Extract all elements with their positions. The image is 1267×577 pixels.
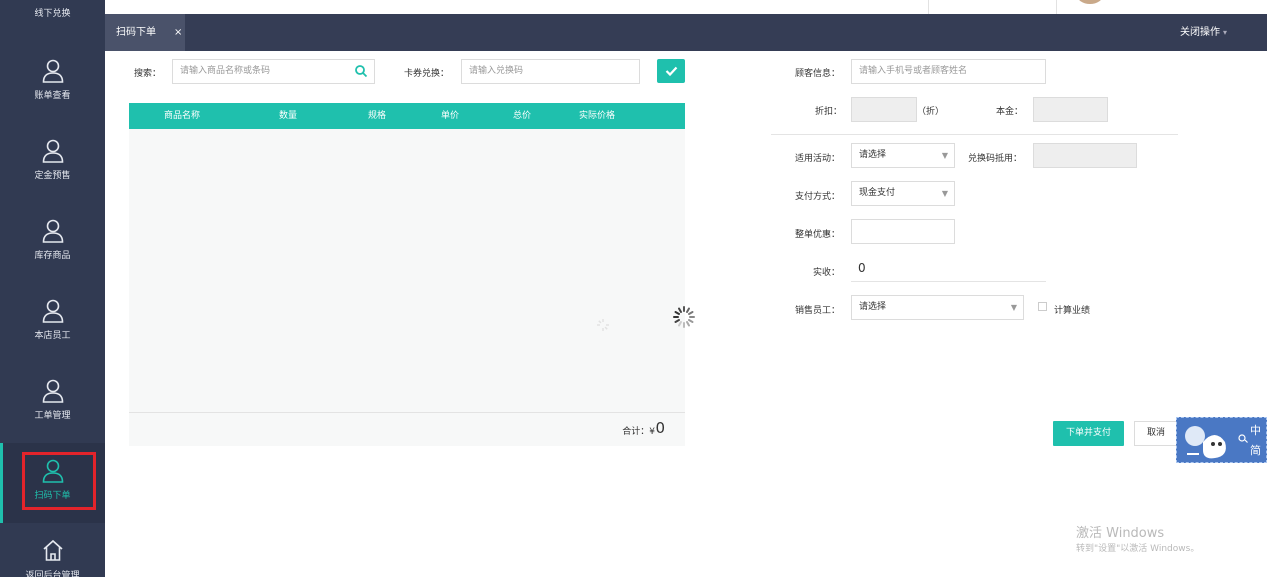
customer-placeholder: 请输入手机号或者顾客姓名 xyxy=(859,66,968,76)
close-operations-dropdown[interactable]: 关闭操作 ▾ xyxy=(1180,14,1227,51)
activity-select[interactable]: 请选择 ▼ xyxy=(851,143,955,168)
total-amount: 0 xyxy=(655,419,665,437)
sidebar-item-label: 库存商品 xyxy=(34,251,71,261)
activity-value: 请选择 xyxy=(859,150,887,160)
sidebar-item-label: 返回后台管理 xyxy=(25,571,80,577)
principal-input[interactable] xyxy=(1033,97,1108,122)
ime-mode-char: 简 xyxy=(1250,444,1261,457)
discount-label: 折扣： xyxy=(815,107,843,117)
form-divider xyxy=(771,134,1178,135)
column-header-spec: 规格 xyxy=(368,111,387,121)
calc-performance-checkbox[interactable] xyxy=(1038,302,1047,311)
principal-label: 本金： xyxy=(996,107,1024,117)
user-icon xyxy=(40,378,66,404)
sidebar-item-staff[interactable]: 本店员工 xyxy=(0,283,105,363)
payment-method-value: 现金支付 xyxy=(859,188,896,198)
calc-performance-label: 计算业绩 xyxy=(1054,306,1091,316)
sidebar: 线下兑换 账单查看 定金预售 库存商品 本店员工 工单管理 扫码下单 返回后台管… xyxy=(0,0,105,577)
sidebar-item-label: 本店员工 xyxy=(34,331,71,341)
sales-staff-select[interactable]: 请选择 ▼ xyxy=(851,295,1024,320)
order-discount-label: 整单优惠： xyxy=(795,230,841,240)
discount-input[interactable] xyxy=(851,97,917,122)
avatar[interactable] xyxy=(1077,0,1103,4)
sidebar-item-offline-exchange[interactable]: 线下兑换 xyxy=(0,0,105,30)
sidebar-item-bill-view[interactable]: 账单查看 xyxy=(0,43,105,123)
ime-settings-icon xyxy=(1237,432,1249,447)
active-indicator xyxy=(0,443,3,523)
cancel-button[interactable]: 取消 xyxy=(1134,421,1178,446)
user-icon xyxy=(40,58,66,84)
column-header-quantity: 数量 xyxy=(279,111,298,121)
received-underline xyxy=(851,281,1046,282)
user-icon xyxy=(40,298,66,324)
payment-method-label: 支付方式： xyxy=(795,192,841,202)
redeem-code-input[interactable] xyxy=(1033,143,1137,168)
search-placeholder: 请输入商品名称或条码 xyxy=(180,66,271,76)
close-operations-label: 关闭操作 xyxy=(1179,27,1220,38)
payment-method-select[interactable]: 现金支付 ▼ xyxy=(851,181,955,206)
activity-label: 适用活动： xyxy=(795,154,841,164)
search-icon[interactable] xyxy=(354,64,368,78)
sidebar-item-label: 线下兑换 xyxy=(34,9,71,19)
check-icon xyxy=(665,65,678,80)
sales-staff-label: 销售员工： xyxy=(795,306,841,316)
column-header-actual-price: 实际价格 xyxy=(579,111,616,121)
windows-activation-subtitle: 转到"设置"以激活 Windows。 xyxy=(1076,544,1200,554)
loading-spinner-icon xyxy=(596,318,610,335)
ime-lang-char: 中 xyxy=(1250,424,1261,437)
search-label: 搜索： xyxy=(134,69,162,79)
discount-unit: （折） xyxy=(917,107,945,117)
sidebar-item-deposit-presale[interactable]: 定金预售 xyxy=(0,123,105,203)
tab-close-button[interactable]: × xyxy=(174,14,182,51)
redeem-code-label: 兑换码抵用： xyxy=(968,154,1023,164)
column-header-total-price: 总价 xyxy=(513,111,532,121)
order-discount-input[interactable] xyxy=(851,219,955,244)
tab-bar: 扫码下单 × 关闭操作 ▾ xyxy=(105,14,1267,51)
tab-scan-order[interactable]: 扫码下单 xyxy=(105,14,185,51)
total-label: 合计：¥ xyxy=(622,427,655,437)
ime-mascot-icon xyxy=(1183,422,1231,462)
sidebar-item-inventory[interactable]: 库存商品 xyxy=(0,203,105,283)
user-icon xyxy=(40,138,66,164)
column-header-product-name: 商品名称 xyxy=(164,111,201,121)
customer-info-label: 顾客信息： xyxy=(795,69,841,79)
received-label: 实收： xyxy=(813,268,841,278)
caret-down-icon: ▼ xyxy=(1010,303,1017,312)
coupon-label: 卡券兑换： xyxy=(404,69,450,79)
sidebar-item-label: 定金预售 xyxy=(34,171,71,181)
home-icon xyxy=(40,537,66,563)
tab-label: 扫码下单 xyxy=(116,27,156,38)
sidebar-item-work-orders[interactable]: 工单管理 xyxy=(0,363,105,443)
column-header-unit-price: 单价 xyxy=(441,111,460,121)
top-strip xyxy=(105,0,1267,14)
annotation-highlight-box xyxy=(22,452,96,510)
loading-spinner-icon xyxy=(672,305,696,332)
product-table: 商品名称 数量 规格 单价 总价 实际价格 合计：¥ 0 xyxy=(129,103,685,446)
sidebar-item-label: 账单查看 xyxy=(34,91,71,101)
caret-down-icon: ▼ xyxy=(941,189,948,198)
windows-activation-title: 激活 Windows xyxy=(1076,526,1165,541)
caret-down-icon: ▾ xyxy=(1222,28,1227,37)
search-input[interactable]: 请输入商品名称或条码 xyxy=(172,59,375,84)
place-order-and-pay-button[interactable]: 下单并支付 xyxy=(1053,421,1124,446)
table-header: 商品名称 数量 规格 单价 总价 实际价格 xyxy=(129,103,685,129)
coupon-placeholder: 请输入兑换码 xyxy=(469,66,524,76)
table-footer: 合计：¥ 0 xyxy=(129,412,685,446)
app-window: 线下兑换 账单查看 定金预售 库存商品 本店员工 工单管理 扫码下单 返回后台管… xyxy=(0,0,1267,577)
main-content: 搜索： 请输入商品名称或条码 卡券兑换： 请输入兑换码 商品名称 数量 规格 单… xyxy=(105,51,1267,577)
coupon-confirm-button[interactable] xyxy=(657,59,685,83)
divider xyxy=(1056,0,1057,14)
customer-info-input[interactable]: 请输入手机号或者顾客姓名 xyxy=(851,59,1046,84)
coupon-code-input[interactable]: 请输入兑换码 xyxy=(461,59,640,84)
ime-toolbar[interactable]: 中 简 xyxy=(1176,417,1267,463)
sales-staff-value: 请选择 xyxy=(859,302,887,312)
received-amount: 0 xyxy=(858,261,866,275)
sidebar-item-label: 工单管理 xyxy=(34,411,71,421)
caret-down-icon: ▼ xyxy=(941,151,948,160)
user-icon xyxy=(40,218,66,244)
divider xyxy=(928,0,929,14)
sidebar-item-back-to-admin[interactable]: 返回后台管理 xyxy=(0,523,105,577)
